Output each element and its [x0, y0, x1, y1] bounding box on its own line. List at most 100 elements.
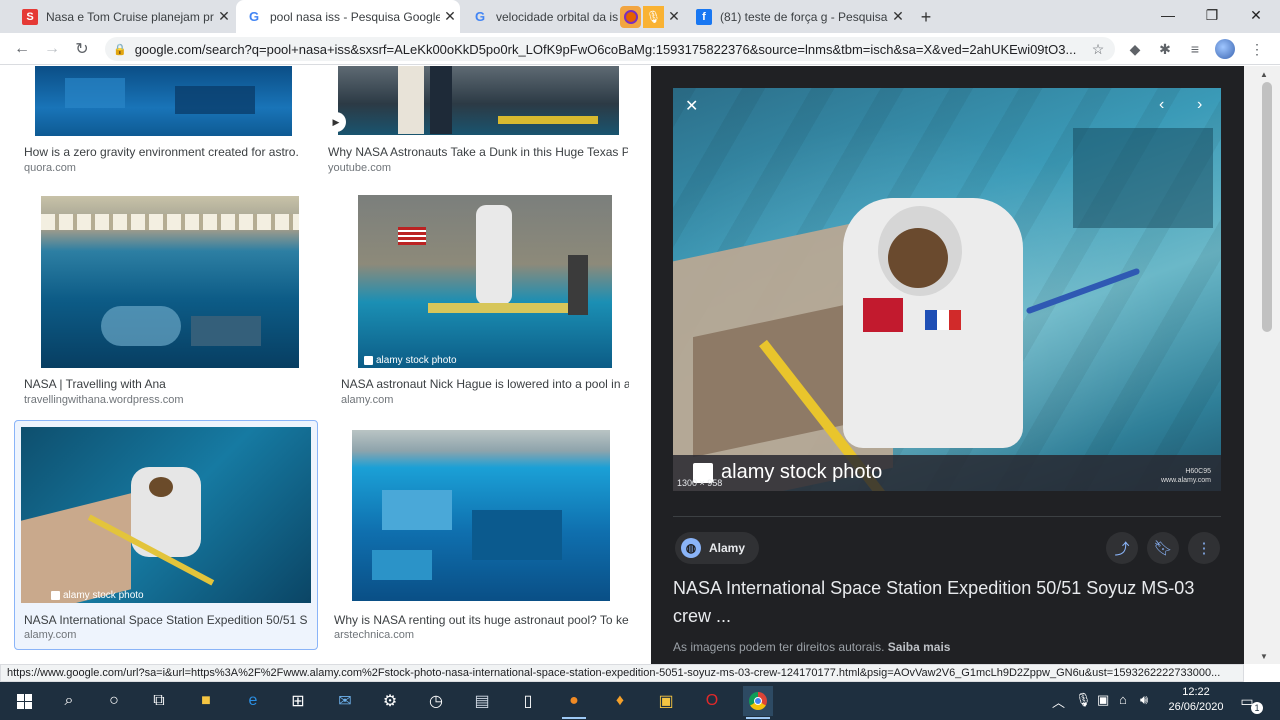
tab-close-icon[interactable]: ✕ [214, 8, 234, 25]
tab-teste-forca-g[interactable]: f (81) teste de força g - Pesquisa d ✕ [686, 0, 908, 33]
divider [673, 516, 1221, 517]
site-chip[interactable]: ◍ Alamy [675, 532, 760, 564]
chrome-taskbar-icon[interactable] [743, 686, 773, 719]
camera-tray-icon[interactable]: ▣ [1097, 692, 1109, 708]
video-play-icon: ▶ [326, 112, 346, 132]
more-options-icon[interactable]: ⋮ [1188, 532, 1220, 564]
preview-image[interactable]: ✕ ‹ › alamy stock photo H60C95 www.alamy… [673, 88, 1221, 491]
edge-icon[interactable]: e [238, 686, 268, 716]
facebook-favicon-icon: f [696, 8, 712, 25]
result-image-5[interactable] [352, 430, 610, 601]
save-bookmark-icon[interactable]: 🔖︎ [1147, 532, 1179, 564]
address-bar[interactable]: 🔒 google.com/search?q=pool+nasa+iss&sxsr… [105, 37, 1115, 61]
result-image-4[interactable]: alamy stock photo [21, 427, 311, 603]
preview-title-link[interactable]: NASA International Space Station Expedit… [673, 574, 1221, 630]
show-hidden-icons-icon[interactable]: ︿ [1052, 692, 1065, 711]
photos-icon[interactable]: ▣ [651, 686, 681, 716]
watermark-bar: alamy stock photo H60C95 www.alamy.com [673, 455, 1221, 491]
firefox-taskbar-icon[interactable]: ● [559, 686, 589, 719]
result-caption[interactable]: NASA | Travelling with Ana [24, 377, 299, 391]
result-caption[interactable]: Why NASA Astronauts Take a Dunk in this … [328, 145, 628, 159]
file-explorer-icon[interactable]: ■ [191, 686, 221, 716]
cortana-icon[interactable]: ○ [99, 686, 129, 716]
notepad-icon[interactable]: ▯ [513, 686, 543, 716]
fire-app-icon[interactable]: ♦ [605, 686, 635, 716]
scrollbar-thumb[interactable] [1262, 82, 1272, 332]
mail-icon[interactable]: ✉ [330, 686, 360, 716]
result-source: travellingwithana.wordpress.com [24, 394, 184, 406]
bookmark-star-icon[interactable]: ☆ [1088, 39, 1108, 59]
learn-more-link[interactable]: Saiba mais [888, 640, 951, 654]
opera-icon[interactable]: O [697, 686, 727, 716]
settings-gear-icon[interactable]: ⚙ [375, 686, 405, 716]
reload-icon[interactable]: ↻ [70, 37, 94, 61]
scroll-down-arrow-icon[interactable]: ▼ [1260, 652, 1268, 661]
result-caption[interactable]: Why is NASA renting out its huge astrona… [334, 613, 629, 627]
result-image-3[interactable]: alamy stock photo [358, 195, 612, 368]
browser-toolbar: ← → ↻ 🔒 google.com/search?q=pool+nasa+is… [0, 33, 1280, 65]
puzzle-extensions-icon[interactable]: ✱ [1155, 39, 1175, 59]
tab-close-icon[interactable]: ✕ [440, 8, 460, 25]
result-image-0[interactable] [35, 66, 292, 136]
volume-icon[interactable]: 🔊︎ [1140, 692, 1148, 708]
result-caption[interactable]: NASA astronaut Nick Hague is lowered int… [341, 377, 629, 391]
tab-pool-nasa-iss[interactable]: G pool nasa iss - Pesquisa Google ✕ [236, 0, 460, 33]
result-image-1[interactable] [338, 66, 619, 135]
clock-time: 12:22 [1182, 686, 1210, 698]
url-text: google.com/search?q=pool+nasa+iss&sxsrf=… [134, 41, 1077, 57]
result-source: arstechnica.com [334, 629, 415, 641]
alamy-watermark: alamy stock photo [51, 590, 144, 601]
clock-app-icon[interactable]: ◷ [421, 686, 451, 716]
image-results-grid: How is a zero gravity environment create… [0, 66, 651, 664]
image-preview-panel: ✕ ‹ › alamy stock photo H60C95 www.alamy… [651, 66, 1244, 664]
search-icon[interactable]: ⌕ [54, 686, 84, 716]
result-source: alamy.com [24, 629, 77, 641]
media-controls-icon[interactable]: ≡ [1185, 39, 1205, 59]
previous-image-icon[interactable]: ‹ [1159, 96, 1164, 114]
menu-kebab-icon[interactable]: ⋮ [1247, 39, 1267, 59]
link-status-bar: https://www.google.com/url?sa=i&url=http… [0, 664, 1244, 682]
tab-velocidade-orbital[interactable]: G velocidade orbital da iss 🎙 ✕ [462, 0, 684, 33]
tab-nasa-tom-cruise[interactable]: S Nasa e Tom Cruise planejam prim ✕ [12, 0, 234, 33]
globe-icon: ◍ [681, 538, 701, 558]
windows-start-icon[interactable] [9, 686, 39, 716]
site-name: Alamy [709, 541, 746, 555]
close-preview-icon[interactable]: ✕ [685, 96, 698, 116]
page-scrollbar[interactable]: ▲ ▼ [1244, 66, 1280, 664]
result-caption[interactable]: NASA International Space Station Expedit… [24, 613, 307, 627]
scroll-up-arrow-icon[interactable]: ▲ [1260, 70, 1268, 79]
task-view-icon[interactable]: ⧉ [144, 686, 174, 716]
alamy-watermark: alamy stock photo [364, 355, 457, 366]
app-icon[interactable]: ▤ [467, 686, 497, 716]
result-caption[interactable]: How is a zero gravity environment create… [24, 145, 299, 159]
close-window-icon[interactable]: ✕ [1233, 0, 1279, 30]
back-arrow-icon[interactable]: ← [10, 37, 34, 61]
network-icon[interactable]: ⌂ [1119, 692, 1127, 707]
system-clock[interactable]: 12:22 26/06/2020 [1160, 685, 1232, 715]
tab-title: (81) teste de força g - Pesquisa d [720, 9, 888, 24]
tab-favicon-icon: S [22, 8, 38, 25]
store-icon[interactable]: ⊞ [283, 686, 313, 716]
next-image-icon[interactable]: › [1197, 96, 1202, 114]
tab-close-icon[interactable]: ✕ [664, 8, 684, 25]
google-favicon-icon: G [246, 8, 262, 25]
firefox-icon [620, 5, 642, 28]
tab-close-icon[interactable]: ✕ [888, 8, 908, 25]
profile-avatar[interactable] [1215, 39, 1235, 59]
restore-window-icon[interactable]: ❐ [1189, 0, 1235, 30]
lock-icon: 🔒 [113, 43, 127, 56]
result-source: youtube.com [328, 162, 391, 174]
tab-strip: S Nasa e Tom Cruise planejam prim ✕ G po… [0, 0, 1280, 33]
share-icon[interactable]: ⤴ [1106, 532, 1138, 564]
extension-icon[interactable]: ◆ [1125, 39, 1145, 59]
image-id-watermark: H60C95 www.alamy.com [1160, 468, 1211, 484]
result-source: quora.com [24, 162, 76, 174]
new-tab-plus-icon[interactable]: + [914, 6, 938, 28]
windows-taskbar: ⌕ ○ ⧉ ■ e ⊞ ✉ ⚙ ◷ ▤ ▯ ● ♦ ▣ O ︿ 🎙︎ ▣ ⌂ 🔊… [0, 682, 1280, 720]
minimize-window-icon[interactable]: — [1145, 0, 1191, 30]
microphone-tray-icon[interactable]: 🎙︎ [1075, 692, 1092, 708]
tab-title: Nasa e Tom Cruise planejam prim [46, 9, 214, 24]
result-image-2[interactable] [41, 196, 299, 368]
forward-arrow-icon[interactable]: → [40, 37, 64, 61]
result-source: alamy.com [341, 394, 394, 406]
